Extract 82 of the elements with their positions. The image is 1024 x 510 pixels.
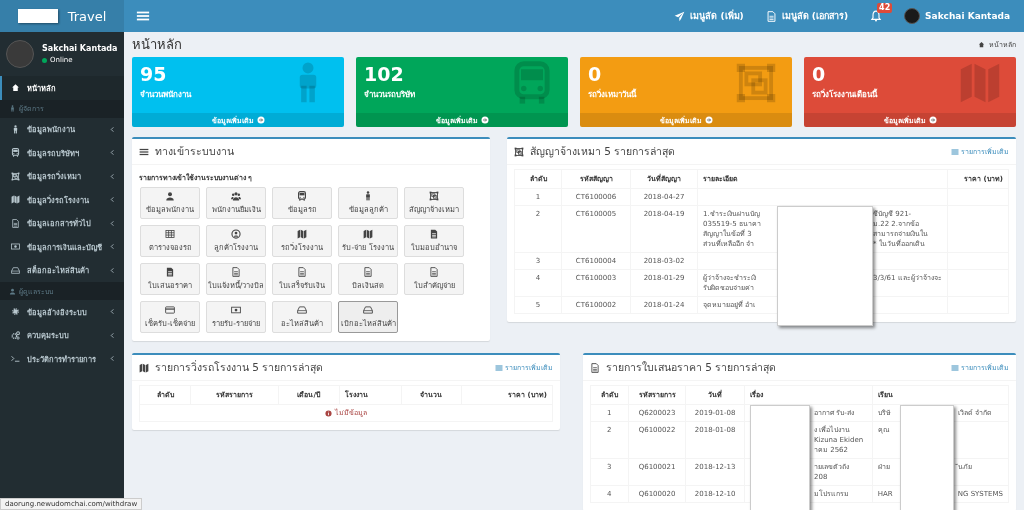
gears-icon	[11, 330, 20, 340]
chevron-icon	[109, 308, 116, 316]
arrow-circle-icon	[256, 116, 265, 124]
drive-icon	[363, 305, 373, 315]
panel-title: สัญญาจ้างเหมา 5 รายการล่าสุด	[530, 144, 676, 160]
chevron-icon	[109, 243, 116, 251]
chevron-icon	[109, 331, 116, 339]
arrow-circle-icon	[704, 116, 713, 124]
stat-value: 95	[140, 63, 167, 85]
chevron-icon	[109, 219, 116, 227]
menu-icon	[139, 146, 149, 157]
map-icon	[297, 229, 307, 239]
chevron-icon	[109, 196, 116, 204]
bell-icon	[870, 10, 883, 22]
stat-label: รถวิ่งโรงงานเดือนนี้	[812, 88, 877, 101]
document-icon	[297, 267, 307, 277]
file-icon	[429, 229, 439, 239]
document-icon	[11, 218, 20, 228]
user-circle-icon	[231, 229, 241, 239]
frame-icon	[514, 146, 524, 157]
paper-plane-icon	[674, 10, 686, 22]
map-icon	[11, 195, 20, 205]
panel-title: รายการใบเสนอราคา 5 รายการล่าสุด	[606, 360, 777, 376]
user-icon	[165, 191, 175, 201]
chevron-icon	[109, 149, 116, 157]
stat-value: 0	[588, 63, 602, 85]
chevron-icon	[109, 266, 116, 274]
map-icon	[363, 229, 373, 239]
drive-icon	[297, 305, 307, 315]
map-icon	[958, 61, 1002, 105]
shortcut-menu-link[interactable]: เมนูลัด (เพิ่ม)	[674, 9, 744, 23]
document-icon	[363, 267, 373, 277]
chevron-icon	[109, 125, 116, 133]
list-icon	[495, 363, 503, 372]
arrow-circle-icon	[928, 116, 937, 124]
frame-icon	[11, 171, 20, 181]
user-menu[interactable]: Sakchai Kantada	[904, 8, 1010, 24]
file-icon	[165, 267, 175, 277]
stat-label: รถวิ่งเหมาวันนี้	[588, 88, 636, 101]
user-icon	[9, 287, 16, 295]
info-icon	[325, 409, 332, 417]
stat-value: 102	[364, 63, 404, 85]
map-icon	[139, 362, 149, 373]
chevron-icon	[109, 172, 116, 180]
brand-name: Travel	[67, 8, 107, 24]
house-icon	[11, 83, 20, 93]
list-icon	[951, 363, 959, 372]
shortcut-menu-link[interactable]: เมนูลัด (เอกสาร)	[765, 9, 849, 23]
document-icon	[590, 362, 600, 373]
document-icon	[231, 267, 241, 277]
terminal-icon	[11, 354, 20, 364]
frame-icon	[429, 191, 439, 201]
credit-card-icon	[165, 305, 175, 315]
stat-label: จำนวนพนักงาน	[140, 89, 191, 101]
chevron-icon	[109, 355, 116, 363]
page-title: หน้าหลัก	[132, 36, 182, 54]
table-icon	[165, 229, 175, 239]
bus-icon	[11, 148, 20, 158]
banknote-icon	[11, 242, 20, 252]
stat-value: 0	[812, 63, 826, 85]
panel-title: ทางเข้าระบบงาน	[155, 144, 234, 159]
document-icon	[765, 10, 777, 22]
bus-icon	[297, 191, 307, 201]
notification-badge: 42	[877, 3, 893, 13]
arrow-circle-icon	[480, 116, 489, 124]
gear-icon	[11, 307, 20, 317]
person-icon	[11, 124, 20, 134]
banknote-icon	[231, 305, 241, 315]
online-dot	[42, 57, 47, 63]
drive-icon	[11, 265, 20, 275]
person-icon	[363, 191, 373, 201]
user-name: Sakchai Kantada	[42, 44, 118, 53]
logo-placeholder	[17, 9, 58, 23]
house-icon	[978, 41, 985, 48]
users-icon	[231, 191, 241, 201]
frame-icon	[734, 61, 778, 105]
menu-icon[interactable]	[136, 9, 150, 23]
panel-title: รายการวิ่งรถโรงงาน 5 รายการล่าสุด	[155, 359, 324, 376]
avatar	[6, 40, 34, 68]
document-icon	[429, 267, 439, 277]
list-icon	[951, 147, 959, 156]
stat-label: จำนวนรถบริษัท	[364, 89, 415, 101]
